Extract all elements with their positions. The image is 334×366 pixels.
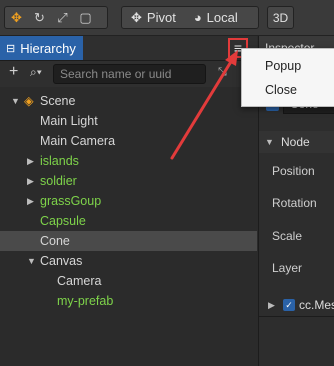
annotation-arrow — [170, 50, 238, 160]
